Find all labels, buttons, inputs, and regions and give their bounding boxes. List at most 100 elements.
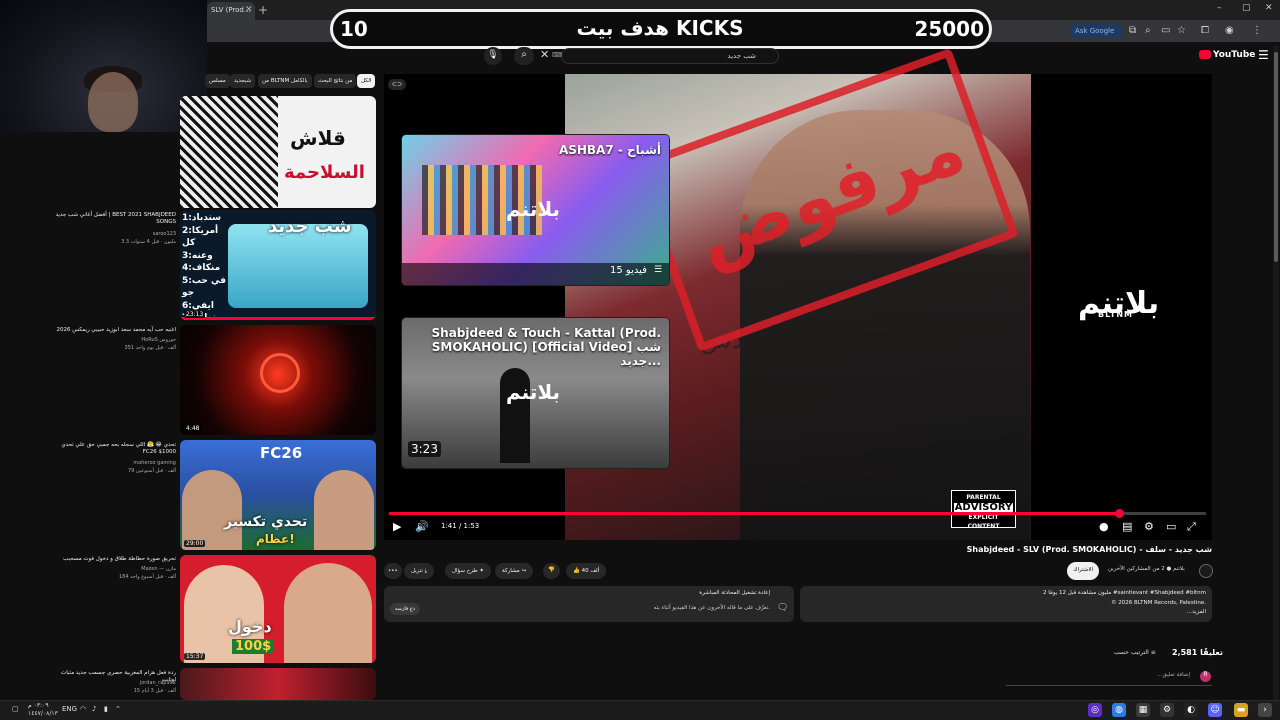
wifi-icon[interactable]: ◠ bbox=[80, 705, 86, 713]
sidebar-thumb-5[interactable]: دخول 100$ bbox=[180, 555, 376, 663]
bookmark-icon[interactable]: ☆ bbox=[1177, 25, 1186, 36]
thumb-text: السلاحمة bbox=[284, 162, 365, 183]
chat-replay-desc: تعرّف على ما قاله الآخرون عن هذا الفيديو… bbox=[653, 605, 770, 611]
channel-watermark-sub: BLTNM bbox=[1098, 310, 1133, 319]
sidebar-thumb-6[interactable] bbox=[180, 668, 376, 700]
description-more-link[interactable]: ...المزيد bbox=[1187, 609, 1206, 615]
chip-all[interactable]: الكل bbox=[357, 74, 376, 88]
like-button[interactable]: 👍 40 ألف bbox=[566, 563, 607, 579]
sidebar-item-title[interactable]: تحدي 😂 😤 اللي سجله بحه جمبي حق علي تحدي … bbox=[50, 442, 176, 456]
thumb-person bbox=[182, 470, 242, 550]
sidebar-thumb-1[interactable]: قلاش السلاحمة bbox=[180, 96, 376, 208]
chip-shabjdeed[interactable]: شبجديد bbox=[230, 74, 256, 88]
youtube-logo-text: YouTube bbox=[1213, 50, 1256, 60]
comment-input-underline bbox=[1006, 685, 1212, 686]
settings-gear-icon[interactable]: ⚙ bbox=[1144, 520, 1154, 533]
endcard-title: Shabjdeed & Touch - Kattal (Prod. SMOKAH… bbox=[431, 326, 661, 368]
terminal-icon[interactable]: › bbox=[1258, 703, 1272, 717]
theater-mode-icon[interactable]: ▭ bbox=[1166, 520, 1176, 533]
pa-top: PARENTAL bbox=[966, 494, 1001, 501]
endcard-video[interactable]: Shabjdeed & Touch - Kattal (Prod. SMOKAH… bbox=[402, 318, 669, 468]
user-avatar: R bbox=[1200, 671, 1211, 682]
settings-app-icon[interactable]: ⚙ bbox=[1160, 703, 1174, 717]
sidebar-item-channel[interactable]: saroo123 bbox=[50, 231, 176, 237]
track: أمريكا:2 bbox=[182, 225, 219, 236]
progress-bar-fill bbox=[389, 512, 1119, 515]
hamburger-menu-icon[interactable]: ☰ bbox=[1258, 48, 1269, 62]
app-icon-3[interactable]: ▦ bbox=[1136, 703, 1150, 717]
chip-from-channel[interactable]: من BLTNM بالكامل bbox=[258, 74, 312, 88]
ask-button[interactable]: طرح سؤال ✦ bbox=[445, 563, 492, 579]
sidebar-item-channel[interactable]: Mazen — مازن bbox=[50, 566, 176, 572]
new-tab-button[interactable]: + bbox=[258, 3, 268, 17]
browser-tab[interactable]: SLV (Prod... ✕ bbox=[207, 2, 255, 20]
sidebar-thumb-4[interactable]: FC26 تحدي تكسير عظام! bbox=[180, 440, 376, 550]
sidebar-item-channel[interactable]: HoRuS حوروس bbox=[50, 337, 176, 343]
tray-chevron-up-icon[interactable]: ⌃ bbox=[115, 705, 121, 713]
overlay-goal-label: هدف بيت KICKS bbox=[576, 16, 744, 40]
taskbar-clock[interactable]: ٠٣:٠٩ م ١٤٤٧/٠٨/١٣ bbox=[28, 702, 58, 718]
sidebar-item-channel[interactable]: jordan_rap992 bbox=[50, 680, 176, 686]
notification-icon[interactable]: ▢ bbox=[12, 705, 19, 713]
keyboard-icon[interactable]: ⌨ bbox=[552, 51, 562, 59]
minimize-icon[interactable]: – bbox=[1217, 3, 1222, 13]
sidebar-item-channel[interactable]: maheroo gaming bbox=[50, 460, 176, 466]
obs-icon[interactable]: ◐ bbox=[1184, 703, 1198, 717]
speaker-icon[interactable]: ♪ bbox=[92, 705, 96, 713]
download-icon: ⤓ bbox=[422, 568, 428, 574]
search-input-value: شب جديد bbox=[727, 52, 756, 60]
add-comment-input[interactable]: ...إضافة تعليق bbox=[1100, 672, 1190, 678]
cast-icon[interactable]: ▭ bbox=[1161, 25, 1170, 36]
extensions-icon[interactable]: ⧠ bbox=[1201, 25, 1209, 36]
subscribe-button[interactable]: الاشتراك bbox=[1067, 562, 1099, 580]
more-actions-button[interactable]: ••• bbox=[384, 563, 402, 579]
clear-search-icon[interactable]: ✕ bbox=[540, 48, 549, 61]
chrome-icon[interactable]: ◍ bbox=[1112, 703, 1126, 717]
autoplay-toggle-icon[interactable]: ● bbox=[1099, 520, 1109, 533]
translate-icon[interactable]: ⧉ bbox=[1129, 25, 1136, 36]
discord-icon[interactable]: ☺ bbox=[1208, 703, 1222, 717]
watched-progress-bar bbox=[180, 317, 376, 320]
mic-tray-icon[interactable]: ▮ bbox=[104, 705, 108, 713]
sidebar-thumb-3[interactable] bbox=[180, 325, 376, 435]
browser-menu-icon[interactable]: ⋮ bbox=[1252, 25, 1262, 36]
share-label: مشاركة bbox=[502, 568, 520, 574]
volume-icon[interactable]: 🔊 bbox=[415, 520, 429, 533]
sort-comments-button[interactable]: الترتيب حسب ≡ bbox=[1114, 649, 1156, 656]
download-button[interactable]: تنزيل ⤓ bbox=[404, 563, 435, 579]
profile-icon[interactable]: ◉ bbox=[1225, 25, 1234, 36]
chat-replay-button[interactable]: دع فارسه bbox=[390, 603, 420, 615]
sidebar-thumb-2[interactable]: شب جديد سندباد:1 أمريكا:2 كل وعنه:3 منكا… bbox=[180, 210, 376, 320]
captions-badge[interactable]: ⊂⊃ bbox=[388, 79, 407, 90]
scrollbar-thumb[interactable] bbox=[1274, 52, 1278, 262]
fullscreen-icon[interactable]: ⤢ bbox=[1187, 520, 1196, 534]
play-icon[interactable]: ▶ bbox=[393, 520, 401, 533]
maximize-icon[interactable]: ▢ bbox=[1242, 3, 1251, 13]
sidebar-item-title[interactable]: أفضل أغاني شب جديد | BEST 2021 SHABJDEED… bbox=[50, 212, 176, 226]
search-input[interactable]: شب جديد bbox=[561, 48, 779, 64]
voice-search-button[interactable]: 🎙 bbox=[484, 47, 502, 65]
sidebar-item-title[interactable]: اغنيه حب آيه محمد سعد ابوزيد حبيبي ريمكس… bbox=[50, 327, 176, 334]
language-indicator[interactable]: ENG bbox=[62, 705, 77, 713]
ask-google-button[interactable]: Ask Google bbox=[1069, 24, 1123, 38]
track: في حب:5 bbox=[182, 275, 227, 286]
channel-avatar[interactable] bbox=[1199, 564, 1213, 578]
search-button[interactable]: ⌕ bbox=[514, 47, 534, 65]
app-icon-1[interactable]: ◎ bbox=[1088, 703, 1102, 717]
youtube-logo[interactable]: YouTube bbox=[1199, 50, 1255, 60]
close-tab-icon[interactable]: ✕ bbox=[245, 5, 253, 15]
sidebar-item-title[interactable]: تحريق صورة حطاطة طلاق و دخول فوت مسحبب bbox=[50, 556, 176, 563]
progress-bar-scrubber[interactable] bbox=[1115, 509, 1124, 518]
dislike-button[interactable]: 👎 bbox=[543, 563, 560, 579]
close-window-icon[interactable]: ✕ bbox=[1265, 3, 1273, 13]
share-button[interactable]: مشاركة ↪ bbox=[495, 563, 534, 579]
overlay-goal-target: 25000 bbox=[914, 17, 984, 41]
chip-series[interactable]: مسلس bbox=[205, 74, 230, 88]
like-count: 40 ألف bbox=[581, 568, 600, 574]
chip-from-search[interactable]: من نتائج البحث bbox=[314, 74, 357, 88]
zoom-icon[interactable]: ⌕ bbox=[1145, 25, 1151, 36]
subtitles-icon[interactable]: ▤ bbox=[1122, 520, 1132, 533]
endcard-playlist[interactable]: ASHBA7 - أشباح بلاتنم bbox=[402, 135, 669, 285]
channel-name[interactable]: بلاتنم ● 2 من المشاركين الآخرين bbox=[1108, 566, 1185, 572]
file-explorer-icon[interactable]: ▬ bbox=[1234, 703, 1248, 717]
